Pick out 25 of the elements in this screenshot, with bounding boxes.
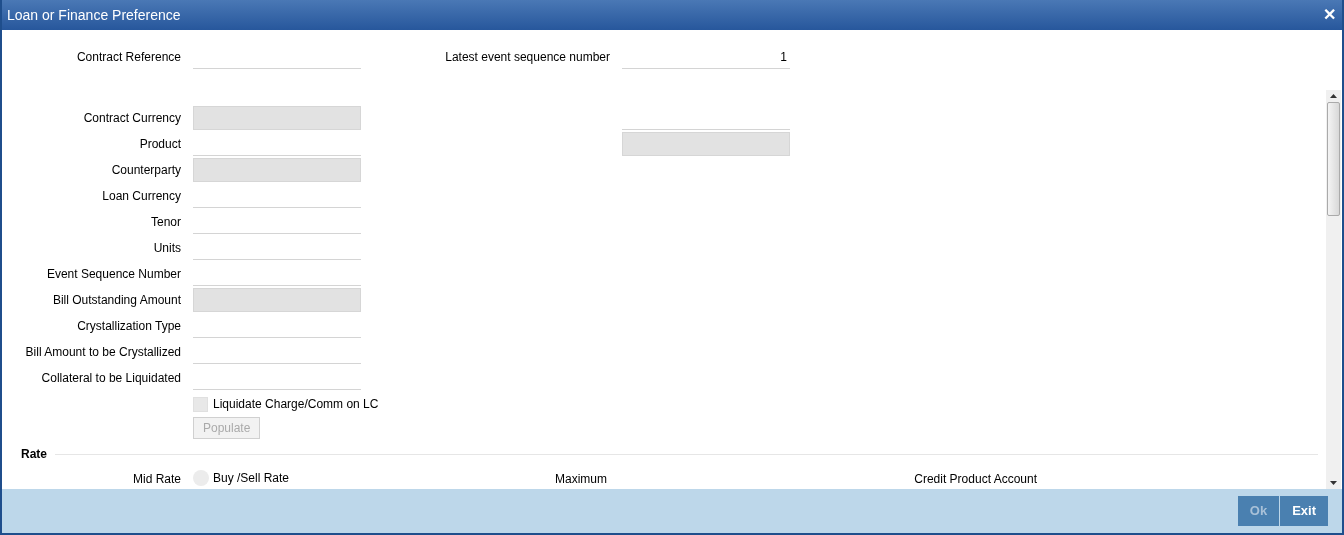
field-label: Counterparty: [110, 162, 181, 179]
section-heading: Rate: [21, 446, 47, 463]
radio-label: Buy /Sell Rate: [213, 470, 291, 487]
window-title: Loan or Finance Preference: [7, 5, 181, 25]
field-label: Tenor: [149, 214, 181, 231]
scrollbar-thumb[interactable]: [1327, 102, 1340, 216]
field-label: Product: [138, 136, 181, 153]
checkbox-label: Liquidate Charge/Comm on LC: [213, 396, 379, 413]
field-label: Units: [152, 240, 181, 257]
field-label: Mid Rate: [131, 471, 181, 487]
field-label: Collateral to be Liquidated: [40, 370, 181, 387]
field-label: Latest event sequence number: [444, 49, 610, 66]
field-label: Contract Currency: [82, 110, 181, 127]
field-label: Contract Reference: [75, 49, 181, 66]
field-label: Crystallization Type: [76, 318, 181, 335]
field-label: Bill Outstanding Amount: [51, 292, 181, 309]
field-label: Event Sequence Number: [45, 266, 181, 283]
field-label: Credit Product Account: [913, 471, 1037, 487]
field-label: Maximum: [554, 471, 607, 487]
checkbox[interactable]: [193, 396, 208, 412]
field-label: Bill Amount to be Crystallized: [24, 344, 181, 361]
scrollbar[interactable]: [1326, 90, 1341, 489]
close-button[interactable]: ✕: [1323, 7, 1336, 23]
field-label: Loan Currency: [101, 188, 181, 205]
exit-button[interactable]: Exit: [1280, 496, 1328, 526]
